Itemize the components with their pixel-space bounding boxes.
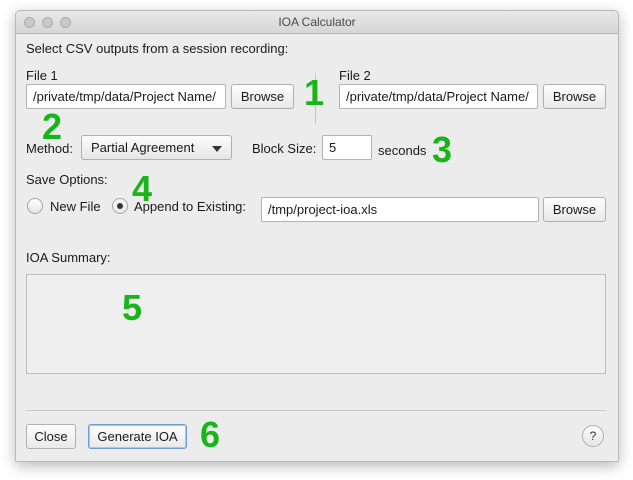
- close-button[interactable]: Close: [26, 424, 76, 449]
- method-select[interactable]: Partial Agreement: [81, 135, 232, 160]
- block-size-label: Block Size:: [252, 141, 317, 156]
- file1-label: File 1: [26, 68, 58, 83]
- window-title: IOA Calculator: [278, 15, 356, 29]
- help-button[interactable]: ?: [582, 425, 604, 447]
- radio-selected-dot: [117, 203, 123, 209]
- append-existing-radio[interactable]: [112, 198, 128, 214]
- save-path-field[interactable]: [261, 197, 539, 222]
- new-file-label: New File: [50, 199, 101, 214]
- file2-browse-button[interactable]: Browse: [543, 84, 606, 109]
- new-file-radio[interactable]: [27, 198, 43, 214]
- file2-path-field[interactable]: [339, 84, 538, 109]
- annotation-2: 2: [42, 106, 63, 147]
- annotation-4: 4: [132, 168, 153, 209]
- generate-ioa-button[interactable]: Generate IOA: [88, 424, 187, 449]
- save-options-label: Save Options:: [26, 172, 108, 187]
- annotation-5: 5: [122, 287, 143, 328]
- ioa-calculator-window: IOA Calculator Select CSV outputs from a…: [15, 10, 619, 462]
- block-size-field[interactable]: [322, 135, 372, 160]
- block-size-unit: seconds: [378, 143, 427, 158]
- annotation-6: 6: [200, 414, 221, 455]
- instructions-text: Select CSV outputs from a session record…: [26, 41, 289, 56]
- ioa-summary-label: IOA Summary:: [26, 250, 111, 265]
- save-browse-button[interactable]: Browse: [543, 197, 606, 222]
- method-selected-value: Partial Agreement: [91, 140, 195, 155]
- title-bar[interactable]: IOA Calculator: [16, 11, 618, 34]
- chevron-down-icon: [212, 146, 222, 152]
- annotation-3: 3: [432, 129, 453, 170]
- annotation-1: 1: [304, 72, 325, 113]
- ioa-summary-area[interactable]: [26, 274, 606, 374]
- file2-label: File 2: [339, 68, 371, 83]
- footer-divider: [26, 410, 606, 411]
- file1-browse-button[interactable]: Browse: [231, 84, 294, 109]
